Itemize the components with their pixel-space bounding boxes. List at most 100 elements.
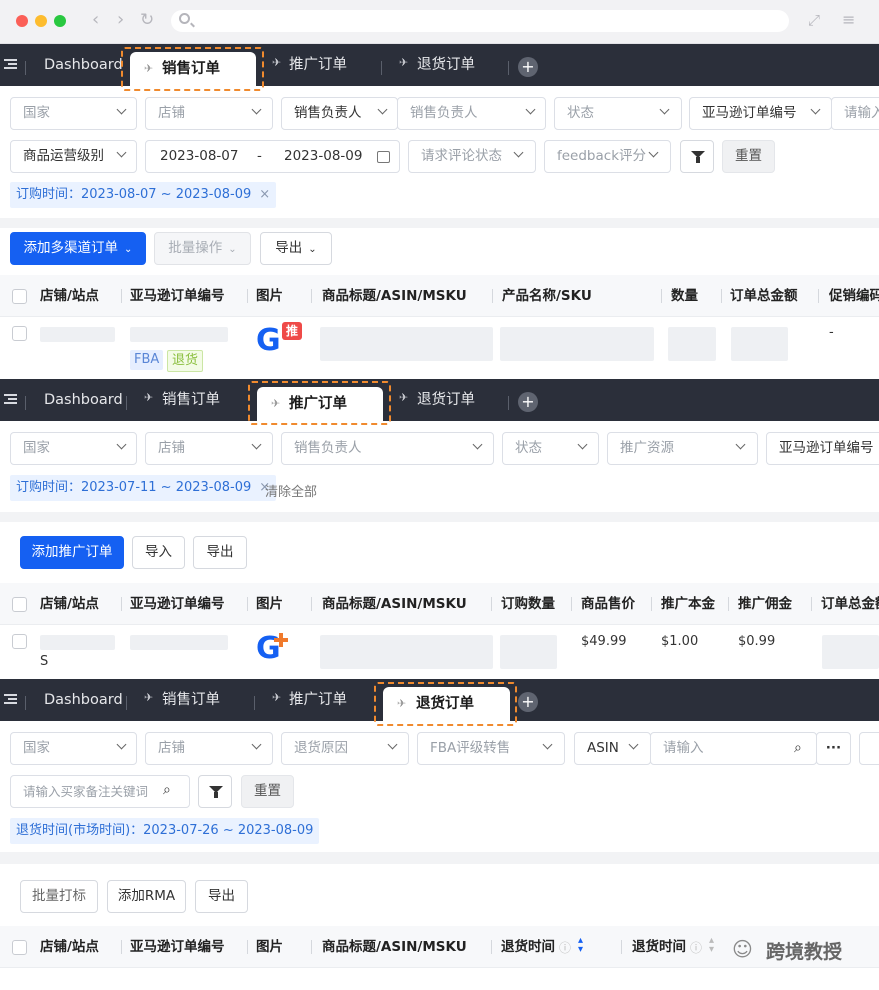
add-rma-button[interactable]: 添加RMA <box>107 880 186 913</box>
export-button[interactable]: 导出 <box>195 880 248 913</box>
store-select[interactable]: 店铺 <box>145 732 273 765</box>
export-button[interactable]: 导出 <box>193 536 247 569</box>
expand-icon[interactable]: ⤢ <box>808 10 820 30</box>
store-select[interactable]: 店铺 <box>145 97 273 130</box>
row-checkbox[interactable] <box>12 326 27 341</box>
maximize-window-icon[interactable] <box>54 15 66 27</box>
tab-return-orders[interactable]: 退货订单 <box>417 379 475 421</box>
export-button[interactable]: 导出 ⌄ <box>260 232 332 265</box>
remove-tag-icon[interactable]: × <box>259 187 270 202</box>
collapse-menu-icon[interactable] <box>4 392 18 406</box>
pin-icon[interactable]: ✈ <box>399 56 408 69</box>
select-all-checkbox[interactable] <box>12 289 27 304</box>
search-input[interactable]: 请输入 <box>831 97 879 130</box>
date-range-picker[interactable]: 2023-08-07 - 2023-08-09 <box>145 140 400 173</box>
sales-owner-type-select[interactable]: 销售负责人 <box>281 97 398 130</box>
tab-sales-orders[interactable]: 销售订单 <box>162 379 220 421</box>
filter-tag: 退货时间(市场时间)：2023-07-26 ~ 2023-08-09 <box>10 818 320 844</box>
country-select[interactable]: 国家 <box>10 732 137 765</box>
batch-mark-button[interactable]: 批量打标 <box>20 880 98 913</box>
add-multichannel-order-button[interactable]: 添加多渠道订单 ⌄ <box>10 232 146 265</box>
add-promo-order-button[interactable]: 添加推广订单 <box>20 536 124 569</box>
column-quantity: 数量 <box>671 288 698 304</box>
fba-label: FBA <box>130 350 164 370</box>
status-select[interactable]: 状态 <box>502 432 599 465</box>
menu-icon[interactable]: ≡ <box>842 10 855 30</box>
column-image: 图片 <box>256 596 283 612</box>
address-bar[interactable] <box>171 10 789 32</box>
reload-icon[interactable]: ↻ <box>140 10 154 30</box>
column-principal: 推广本金 <box>661 596 715 612</box>
more-options-button[interactable]: ··· <box>816 732 851 765</box>
forward-icon[interactable]: › <box>117 10 124 30</box>
select-all-checkbox[interactable] <box>12 597 27 612</box>
close-window-icon[interactable] <box>16 15 28 27</box>
help-icon[interactable]: ⓘ <box>559 939 571 956</box>
sort-icon[interactable]: ▴ ▾ <box>578 936 583 955</box>
tab-dashboard[interactable]: Dashboard <box>44 679 123 721</box>
tab-return-orders[interactable]: 退货订单 <box>417 44 475 86</box>
pin-icon[interactable]: ✈ <box>144 691 153 704</box>
back-icon[interactable]: ‹ <box>92 10 99 30</box>
collapse-menu-icon[interactable] <box>4 57 18 71</box>
help-icon[interactable]: ⓘ <box>690 939 702 956</box>
column-order-qty: 订购数量 <box>501 596 555 612</box>
asin-search-input[interactable]: 请输入 <box>650 732 817 765</box>
country-select[interactable]: 国家 <box>10 432 137 465</box>
reset-button[interactable]: 重置 <box>241 775 294 808</box>
asin-type-select[interactable]: ASIN <box>574 732 651 765</box>
filter-button[interactable] <box>680 140 714 173</box>
principal-value: $1.00 <box>661 634 699 649</box>
tab-dashboard[interactable]: Dashboard <box>44 379 123 421</box>
promo-code-value: - <box>829 325 834 340</box>
overflow-select[interactable] <box>859 732 879 765</box>
return-reason-select[interactable]: 退货原因 <box>281 732 409 765</box>
product-logo-icon: G <box>256 323 281 358</box>
reset-button[interactable]: 重置 <box>722 140 775 173</box>
pin-icon[interactable]: ✈ <box>272 691 281 704</box>
tab-promo-orders[interactable]: 推广订单 <box>289 44 347 86</box>
wechat-icon: ☺ <box>732 937 753 961</box>
column-title: 商品标题/ASIN/MSKU <box>322 288 467 304</box>
row-checkbox[interactable] <box>12 634 27 649</box>
tab-dashboard[interactable]: Dashboard <box>44 44 123 86</box>
price-value: $49.99 <box>581 634 627 649</box>
pin-icon[interactable]: ✈ <box>272 56 281 69</box>
column-store: 店铺/站点 <box>40 596 99 612</box>
table-header: 店铺/站点 亚马逊订单编号 图片 商品标题/ASIN/MSKU 产品名称/SKU… <box>0 275 879 317</box>
amazon-order-type-select[interactable]: 亚马逊订单编号 <box>689 97 832 130</box>
clear-all-link[interactable]: 清除全部 <box>265 481 317 500</box>
column-price: 商品售价 <box>581 596 635 612</box>
collapse-menu-icon[interactable] <box>4 692 18 706</box>
sales-owner-select[interactable]: 销售负责人 <box>397 97 546 130</box>
column-order-total: 订单总金额 <box>730 288 798 304</box>
pin-icon[interactable]: ✈ <box>399 391 408 404</box>
add-tab-button[interactable]: + <box>518 692 538 712</box>
amazon-order-type-select[interactable]: 亚马逊订单编号 <box>766 432 879 465</box>
search-icon[interactable]: ⌕ <box>163 782 171 798</box>
column-image: 图片 <box>256 939 283 955</box>
filter-tag: 订购时间：2023-07-11 ~ 2023-08-09 × <box>10 475 277 501</box>
column-title: 商品标题/ASIN/MSKU <box>322 596 467 612</box>
column-order-id: 亚马逊订单编号 <box>130 288 225 304</box>
add-tab-button[interactable]: + <box>518 57 538 77</box>
sales-owner-select[interactable]: 销售负责人 <box>281 432 494 465</box>
add-tab-button[interactable]: + <box>518 392 538 412</box>
browser-toolbar: ‹ › ↻ ⤢ ≡ <box>0 0 879 44</box>
select-all-checkbox[interactable] <box>12 940 27 955</box>
tab-promo-orders[interactable]: 推广订单 <box>289 679 347 721</box>
pin-icon[interactable]: ✈ <box>144 391 153 404</box>
filter-button[interactable] <box>198 775 232 808</box>
country-select[interactable]: 国家 <box>10 97 137 130</box>
batch-operations-button[interactable]: 批量操作 ⌄ <box>154 232 251 265</box>
calendar-icon <box>377 151 390 163</box>
store-select[interactable]: 店铺 <box>145 432 273 465</box>
operation-level-select[interactable]: 商品运营级别 <box>10 140 137 173</box>
sort-icon[interactable]: ▴ ▾ <box>709 936 714 955</box>
promo-resource-select[interactable]: 推广资源 <box>607 432 758 465</box>
minimize-window-icon[interactable] <box>35 15 47 27</box>
search-icon[interactable]: ⌕ <box>794 740 802 756</box>
fba-grade-select[interactable]: FBA评级转售 <box>417 732 565 765</box>
import-button[interactable]: 导入 <box>132 536 185 569</box>
tab-sales-orders[interactable]: 销售订单 <box>162 679 220 721</box>
